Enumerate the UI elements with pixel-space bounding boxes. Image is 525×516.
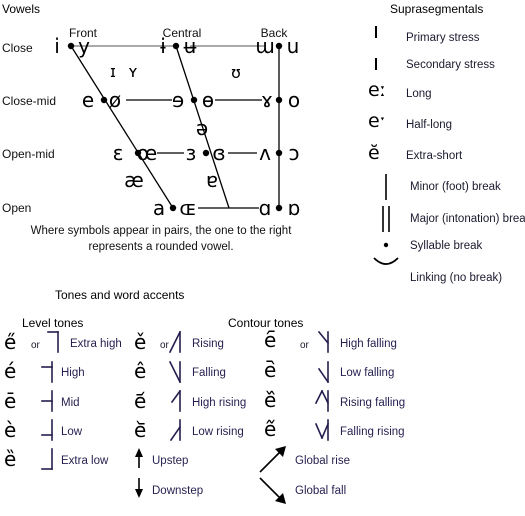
vowel-symbol: ə: [195, 116, 209, 140]
vowel-symbol: ɨ: [160, 34, 166, 58]
vowel-symbol: e: [81, 88, 95, 112]
half-long-glyph: eˑ: [368, 110, 387, 132]
vowel-symbol: œ: [136, 141, 158, 165]
mark-rising: [168, 330, 182, 354]
vowel-symbol: ʏ: [128, 62, 138, 81]
vowel-caption-line1: Where symbols appear in pairs, the one t…: [30, 225, 292, 237]
mark-low-bar: [41, 419, 53, 441]
mark-low-falling: [317, 361, 330, 384]
mark-global-rise-arrow: [259, 446, 286, 473]
vowel-symbol-layer: iy ɨʉ ɯu ɪʏ ʊ eø ɘɵ ɤo ə ɛœ ɜɞ ʌɔ æ ɐ aɶ ɑɒ: [0, 0, 360, 240]
mark-extra-low-bar: [41, 448, 53, 470]
long-glyph: eː: [368, 79, 387, 101]
suprasegmentals-panel: Suprasegmentals eː eˑ ĕ Primary stress S…: [362, 0, 525, 290]
mark-low-rising: [169, 419, 182, 442]
vowel-symbol: ɤ: [261, 88, 273, 112]
extra-short-label: Extra-short: [406, 150, 463, 162]
vowel-caption: Where symbols appear in pairs, the one t…: [6, 224, 316, 255]
vowel-symbol: ɛ: [112, 141, 124, 165]
mark-global-fall-arrow: [259, 477, 286, 504]
vowel-symbol: ɵ: [201, 88, 215, 112]
mark-rising-falling: [314, 389, 330, 412]
vowel-symbol: u: [286, 34, 300, 58]
mark-falling-rising: [314, 419, 330, 441]
half-long-label: Half-long: [406, 119, 453, 131]
vowel-symbol: ø: [108, 88, 122, 112]
mark-high-rising: [170, 389, 182, 412]
vowel-symbol: ɪ: [110, 62, 116, 81]
vowel-caption-line2: represents a rounded vowel.: [88, 240, 234, 253]
mark-high-bar: [41, 361, 53, 383]
primary-stress-label: Primary stress: [406, 32, 480, 44]
vowel-symbol: æ: [124, 168, 144, 192]
linking-label: Linking (no break): [410, 272, 503, 284]
vowel-symbol: ʉ: [183, 34, 197, 58]
major-break-label: Major (intonation) break: [410, 213, 525, 225]
vowel-symbol: ɒ: [287, 196, 301, 220]
vowel-symbol: ɜ: [185, 141, 197, 165]
minor-break-label: Minor (foot) break: [410, 181, 501, 193]
vowel-symbol: ɔ: [288, 141, 300, 165]
vowel-symbol: y: [78, 34, 90, 58]
mark-extra-high-bar: [47, 331, 59, 353]
vowel-symbol: ʊ: [231, 63, 241, 82]
vowel-symbol: ʌ: [259, 141, 271, 165]
mark-falling: [168, 360, 182, 384]
vowel-symbol: ɑ: [258, 196, 272, 220]
vowel-chart: Vowels Front Central Back Close Close-mi…: [0, 0, 360, 275]
secondary-stress-label: Secondary stress: [406, 59, 495, 71]
syllable-break-icon: [383, 242, 389, 248]
vowel-symbol: ɶ: [179, 196, 197, 220]
vowel-symbol: a: [152, 196, 166, 220]
mark-down-arrow: [135, 478, 143, 498]
syllable-break-label: Syllable break: [410, 240, 483, 252]
tone-marks-layer: [41, 330, 330, 504]
vowel-symbol: ɘ: [171, 88, 185, 112]
linking-icon: [373, 257, 399, 265]
vowel-symbol: ɯ: [255, 34, 275, 58]
vowel-symbol: ɐ: [205, 168, 219, 192]
mark-mid-bar: [41, 390, 53, 412]
tones-panel: Tones and word accents Level tones Conto…: [0, 286, 525, 516]
vowel-symbol: i: [54, 34, 60, 58]
extra-short-glyph: ĕ: [368, 142, 380, 164]
mark-up-arrow: [135, 448, 143, 468]
long-label: Long: [406, 88, 432, 100]
vowel-symbol: ɞ: [212, 141, 226, 165]
vowel-symbol: o: [287, 88, 301, 112]
mark-high-falling: [317, 330, 330, 353]
